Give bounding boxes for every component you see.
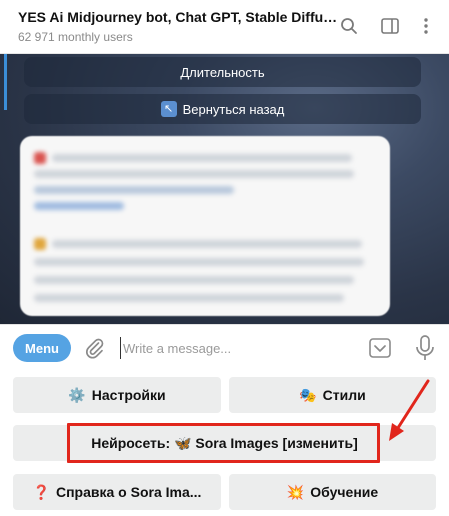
theater-masks-icon: 🎭 [299, 387, 317, 403]
settings-button[interactable]: ⚙️ Настройки [13, 377, 221, 413]
search-icon[interactable] [337, 14, 361, 38]
styles-label: Стили [322, 387, 366, 403]
paperclip-icon[interactable] [82, 336, 106, 360]
go-back-label: Вернуться назад [182, 101, 285, 117]
duration-label: Длительность [180, 64, 265, 80]
chat-title[interactable]: YES Ai Midjourney bot, Chat GPT, Stable … [18, 9, 338, 25]
message-composer: Menu [0, 324, 449, 370]
settings-label: Настройки [91, 387, 166, 403]
highlight-frame [67, 423, 380, 463]
chat-area: Длительность ↖ Вернуться назад [0, 54, 449, 324]
annotation-arrow-icon [389, 379, 430, 441]
message-input[interactable] [120, 337, 350, 359]
sora-help-button[interactable]: ❓ Справка о Sora Ima... [13, 474, 221, 510]
duration-button[interactable]: Длительность [24, 57, 421, 87]
question-mark-icon: ❓ [32, 484, 50, 500]
training-button[interactable]: 💥 Обучение [229, 474, 436, 510]
go-back-button[interactable]: ↖ Вернуться назад [24, 94, 421, 124]
arrow-up-left-icon: ↖ [160, 101, 177, 117]
collision-icon: 💥 [286, 484, 305, 500]
chat-subtitle: 62 971 monthly users [18, 30, 133, 44]
blurred-message [20, 136, 390, 316]
microphone-icon[interactable] [413, 334, 437, 362]
sora-help-label: Справка о Sora Ima... [55, 484, 202, 500]
training-label: Обучение [310, 484, 379, 500]
sidebar-toggle-icon[interactable] [378, 14, 402, 38]
menu-button[interactable]: Menu [13, 334, 71, 362]
bot-keyboard-icon[interactable] [368, 336, 392, 360]
gear-icon: ⚙️ [68, 387, 86, 403]
more-options-icon[interactable] [414, 14, 438, 38]
chat-header: YES Ai Midjourney bot, Chat GPT, Stable … [0, 0, 449, 54]
pinned-accent-bar [4, 54, 7, 110]
